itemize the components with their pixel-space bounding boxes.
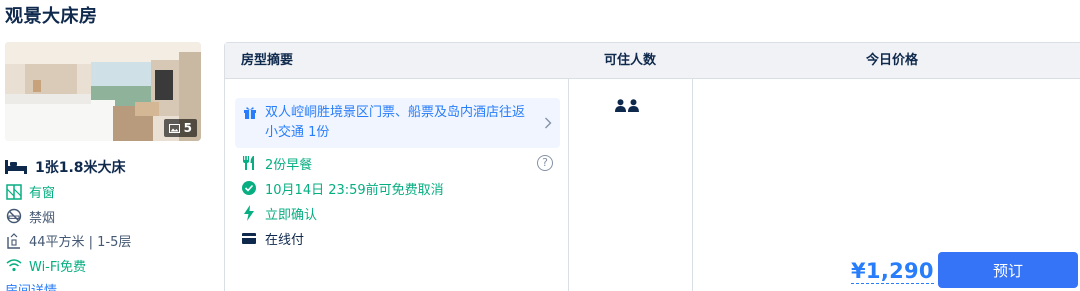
payment-info: 在线付 [241, 228, 304, 248]
check-circle-icon [241, 181, 257, 195]
no-smoking-icon [5, 207, 23, 225]
window-icon [5, 183, 23, 201]
image-icon [168, 123, 180, 133]
gift-icon [243, 105, 257, 126]
room-details-label[interactable]: 房间详情 [5, 280, 57, 291]
size-label: 44平方米 | 1-5层 [29, 235, 132, 251]
lightning-icon [241, 205, 257, 221]
photo-count: 5 [183, 121, 192, 135]
column-divider [692, 79, 693, 291]
person-icon [615, 99, 626, 112]
room-price[interactable]: ¥1,290 [851, 259, 934, 284]
cancellation-label: 10月14日 23:59前可免费取消 [265, 182, 444, 198]
room-attributes: 1张1.8米大床 有窗 禁烟 44平方米 | 1-5层 Wi-Fi免费 [5, 155, 215, 291]
bed-info: 1张1.8米大床 [5, 155, 215, 180]
header-today-price: 今日价格 [866, 53, 919, 68]
room-photo[interactable]: 5 [5, 42, 201, 141]
breakfast-info: 2份早餐 [241, 153, 312, 173]
room-size-icon [5, 232, 23, 250]
size-info: 44平方米 | 1-5层 [5, 229, 215, 254]
smoking-info: 禁烟 [5, 204, 215, 229]
window-label: 有窗 [29, 186, 56, 202]
rate-table: 房型摘要 可住人数 今日价格 双人崆峒胜境景区门票、船票及岛内酒店往返小交通 1… [224, 42, 1080, 291]
window-info: 有窗 [5, 180, 215, 205]
chevron-right-icon [544, 116, 552, 136]
bed-icon [5, 158, 27, 176]
credit-card-icon [241, 232, 257, 244]
column-divider [568, 79, 569, 291]
photo-count-badge[interactable]: 5 [163, 119, 197, 137]
help-icon[interactable]: ? [537, 155, 553, 171]
header-room-summary: 房型摘要 [241, 53, 294, 68]
header-guests: 可住人数 [604, 53, 657, 68]
package-offer[interactable]: 双人崆峒胜境景区门票、船票及岛内酒店往返小交通 1份 [235, 98, 560, 148]
wifi-label: Wi-Fi免费 [29, 259, 87, 275]
room-details-link[interactable]: 房间详情 [5, 278, 215, 291]
instant-confirm-info: 立即确认 [241, 203, 317, 223]
cancellation-info: 10月14日 23:59前可免费取消 [241, 178, 444, 198]
breakfast-label: 2份早餐 [265, 157, 313, 173]
smoking-label: 禁烟 [29, 210, 56, 226]
cutlery-icon [241, 155, 257, 171]
wifi-info: Wi-Fi免费 [5, 253, 215, 278]
bed-label: 1张1.8米大床 [35, 160, 126, 177]
room-title: 观景大床房 [5, 6, 98, 27]
person-icon [628, 99, 639, 112]
instant-confirm-label: 立即确认 [265, 207, 318, 223]
package-text: 双人崆峒胜境景区门票、船票及岛内酒店往返小交通 1份 [265, 105, 526, 140]
payment-label: 在线付 [265, 232, 305, 248]
guest-capacity [615, 99, 639, 112]
wifi-icon [5, 256, 23, 274]
book-button[interactable]: 预订 [938, 252, 1078, 288]
table-header: 房型摘要 可住人数 今日价格 [225, 43, 1080, 79]
